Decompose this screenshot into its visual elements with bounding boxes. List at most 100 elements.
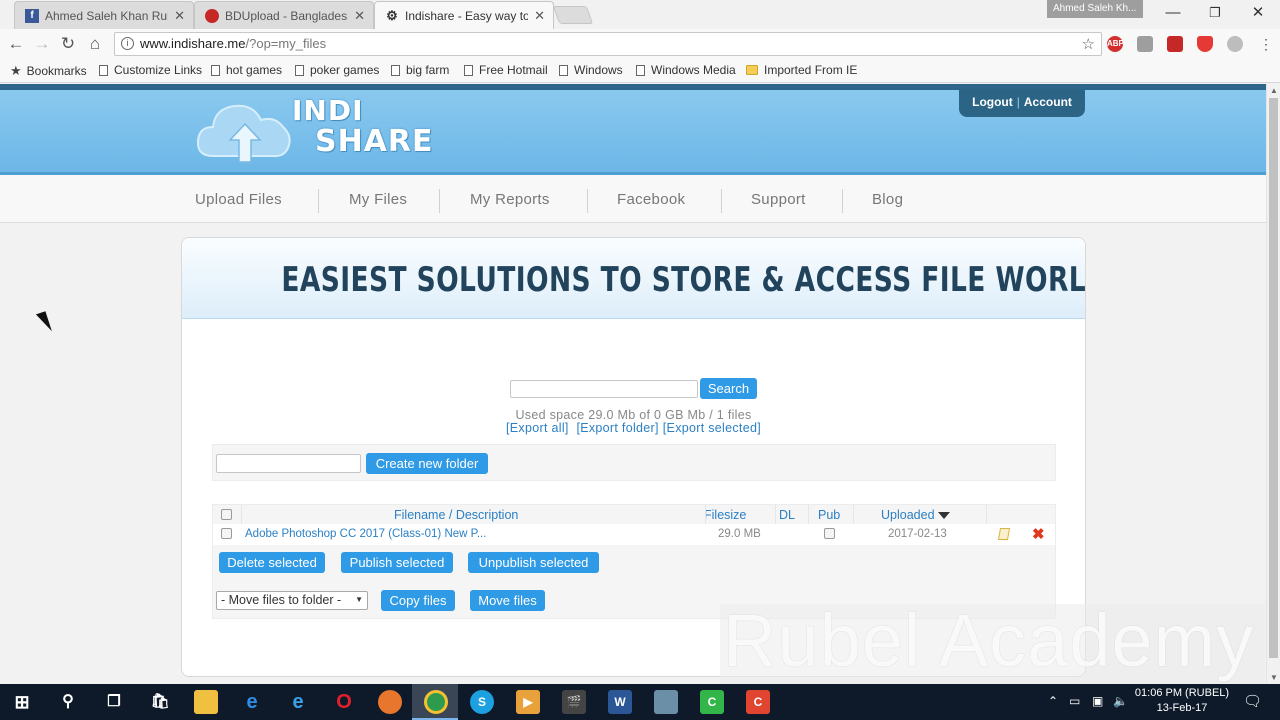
minimize-icon[interactable]: — [1158,2,1188,24]
scroll-up-icon[interactable]: ▲ [1270,86,1278,95]
nav-divider [842,189,843,213]
windows-taskbar: ⊞ ⚲ ❐ 🛍 e e O S ▶ 🎬 W C C ⌃ ▭ ▣ 🔈 01:06 … [0,684,1280,720]
info-icon[interactable]: i [121,37,134,50]
delete-icon[interactable]: ✖ [1032,525,1045,543]
pdf-extension-icon[interactable] [1167,36,1183,52]
export-folder-link[interactable]: [Export folder] [576,421,658,435]
bookmark-item[interactable]: Customize Links [99,63,202,77]
chrome-icon[interactable] [424,690,448,714]
bookmark-item[interactable]: poker games [295,63,379,77]
select-all-checkbox[interactable] [221,509,232,520]
nav-my-files[interactable]: My Files [349,191,407,208]
file-uploaded-date: 2017-02-13 [888,528,947,540]
tray-expand-icon[interactable]: ⌃ [1048,694,1058,708]
row-checkbox[interactable] [221,528,232,539]
bookmark-item[interactable]: Free Hotmail [464,63,548,77]
network-icon[interactable]: ▣ [1092,694,1103,708]
media-player-icon[interactable]: ▶ [516,690,540,714]
search-icon[interactable]: ⚲ [56,690,80,714]
video-editor-icon[interactable]: 🎬 [562,690,586,714]
back-arrow-icon[interactable]: ← [4,33,28,55]
create-folder-button[interactable]: Create new folder [366,453,488,474]
bookmark-item[interactable]: big farm [391,63,449,77]
bookmark-folder[interactable]: Imported From IE [746,63,857,77]
tab-bdupload[interactable]: BDUpload - Bangladesh ✕ [194,1,374,29]
notification-icon[interactable]: 🗨 [1243,692,1262,710]
header-uploaded[interactable]: Uploaded [881,508,950,522]
bookmark-item[interactable]: ★ Bookmarks [10,63,87,79]
delete-selected-button[interactable]: Delete selected [219,552,325,573]
nav-my-reports[interactable]: My Reports [470,191,550,208]
app-icon[interactable] [654,690,678,714]
nav-divider [721,189,722,213]
page-scrollbar[interactable]: ▲ ▼ [1266,84,1280,684]
camtasia-red-icon[interactable]: C [746,690,770,714]
nav-blog[interactable]: Blog [872,191,903,208]
bookmark-item[interactable]: Windows [559,63,623,77]
task-view-icon[interactable]: ❐ [102,690,126,714]
bookmark-item[interactable]: Windows Media [636,63,736,77]
header-filename[interactable]: Filename / Description [394,508,518,522]
search-input[interactable] [510,380,698,398]
header-pub[interactable]: Pub [818,508,840,522]
pub-checkbox[interactable] [824,528,835,539]
nav-facebook[interactable]: Facebook [617,191,685,208]
tab-strip: f Ahmed Saleh Khan Rube ✕ BDUpload - Ban… [0,0,1280,29]
logout-link[interactable]: Logout [972,95,1013,109]
reload-icon[interactable]: ↻ [56,33,80,55]
address-bar[interactable]: i www.indishare.me/?op=my_files ☆ [114,32,1102,56]
tab-facebook[interactable]: f Ahmed Saleh Khan Rube ✕ [14,1,194,29]
bookmark-star-icon[interactable]: ☆ [1082,35,1095,53]
forward-arrow-icon[interactable]: → [30,33,54,55]
store-icon[interactable]: 🛍 [148,690,172,714]
hero-banner: EASIEST SOLUTIONS TO STORE & ACCESS FILE… [182,238,1085,319]
export-selected-link[interactable]: [Export selected] [663,421,761,435]
menu-dots-icon[interactable]: ⋮ [1254,33,1278,55]
file-explorer-icon[interactable] [194,690,218,714]
header-filesize[interactable]: Filesize [704,508,746,522]
adblock-plus-icon[interactable]: ABP [1107,36,1124,52]
facebook-favicon-icon: f [25,8,39,23]
watermark-text: Rubel Academy [723,599,1255,682]
nav-support[interactable]: Support [751,191,806,208]
search-button[interactable]: Search [700,378,757,399]
nav-upload-files[interactable]: Upload Files [195,191,282,208]
firefox-icon[interactable] [378,690,402,714]
file-name-link[interactable]: Adobe Photoshop CC 2017 (Class-01) New P… [245,528,486,540]
windows-start-icon[interactable]: ⊞ [10,690,34,714]
folder-name-input[interactable] [216,454,361,473]
account-link[interactable]: Account [1024,95,1072,109]
copy-files-button[interactable]: Copy files [381,590,455,611]
edit-icon[interactable] [997,528,1011,540]
internet-explorer-icon[interactable]: e [286,690,310,714]
system-clock[interactable]: 01:06 PM (RUBEL) 13-Feb-17 [1130,686,1234,716]
opera-icon[interactable]: O [332,690,356,714]
header-dl[interactable]: DL [779,508,795,522]
profile-button[interactable]: Ahmed Saleh Kh... [1047,0,1143,18]
tab-indishare[interactable]: ⚙ Indishare - Easy way to s ✕ [374,1,554,29]
unpublish-selected-button[interactable]: Unpublish selected [468,552,599,573]
close-icon[interactable]: ✕ [534,8,545,24]
move-files-button[interactable]: Move files [470,590,545,611]
close-icon[interactable]: ✕ [174,8,185,24]
scroll-down-icon[interactable]: ▼ [1270,673,1278,682]
camtasia-green-icon[interactable]: C [700,690,724,714]
close-icon[interactable]: ✕ [354,8,365,24]
edge-icon[interactable]: e [240,690,264,714]
close-window-icon[interactable]: ✕ [1243,2,1273,24]
scroll-thumb[interactable] [1269,98,1278,658]
publish-selected-button[interactable]: Publish selected [341,552,453,573]
new-tab-button[interactable] [552,6,594,24]
export-all-link[interactable]: [Export all] [506,421,569,435]
move-folder-select[interactable]: - Move files to folder - ▼ [216,591,368,610]
battery-icon[interactable]: ▭ [1069,694,1080,708]
restore-icon[interactable]: ❐ [1200,2,1230,24]
home-icon[interactable]: ⌂ [83,33,107,55]
shield-extension-icon[interactable] [1197,36,1213,52]
extension-gray-icon[interactable] [1137,36,1153,52]
skype-icon[interactable]: S [470,690,494,714]
bookmark-item[interactable]: hot games [211,63,282,77]
word-icon[interactable]: W [608,690,632,714]
volume-icon[interactable]: 🔈 [1113,694,1128,708]
cloud-extension-icon[interactable] [1227,36,1243,52]
